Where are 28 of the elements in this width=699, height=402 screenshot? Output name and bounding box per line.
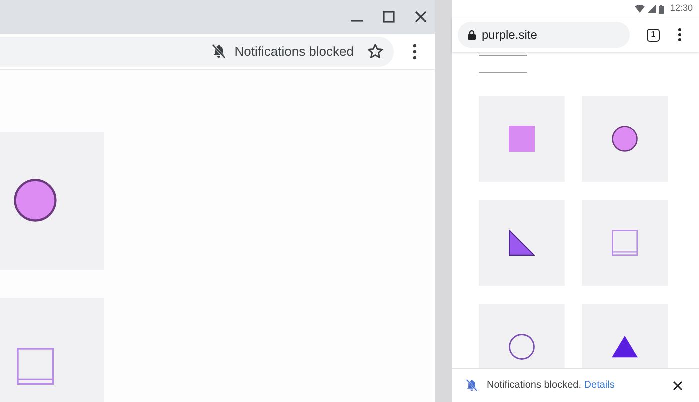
circle-outline-shape — [509, 334, 535, 360]
star-icon[interactable] — [367, 43, 384, 60]
close-icon[interactable] — [673, 380, 683, 390]
square-outline-shape — [16, 348, 54, 384]
triangle-shape — [612, 336, 638, 358]
bell-off-icon[interactable] — [212, 44, 226, 59]
square-outline-shape — [612, 230, 638, 256]
tab-switcher-button[interactable]: 1 — [647, 28, 660, 42]
url-text: purple.site — [482, 27, 538, 44]
status-time: 12:30 — [670, 2, 693, 16]
infobar-message: Notifications blocked. — [487, 380, 582, 391]
signal-icon — [648, 5, 656, 13]
triangle-shape — [509, 230, 535, 256]
wifi-icon — [635, 5, 646, 13]
menu-icon[interactable] — [413, 44, 417, 60]
lock-icon — [468, 30, 476, 40]
square-shape — [509, 126, 535, 152]
url-bar[interactable]: purple.site — [458, 22, 630, 48]
circle-shape — [14, 178, 56, 222]
menu-icon[interactable] — [678, 28, 682, 42]
close-icon[interactable] — [415, 11, 427, 23]
maximize-icon[interactable] — [383, 11, 395, 23]
notifications-blocked-label[interactable]: Notifications blocked — [234, 42, 354, 62]
battery-icon — [659, 4, 664, 14]
circle-shape — [612, 126, 638, 152]
address-bar[interactable]: Notifications blocked — [0, 36, 394, 66]
bell-off-icon — [466, 379, 478, 392]
details-link[interactable]: Details — [584, 380, 615, 391]
